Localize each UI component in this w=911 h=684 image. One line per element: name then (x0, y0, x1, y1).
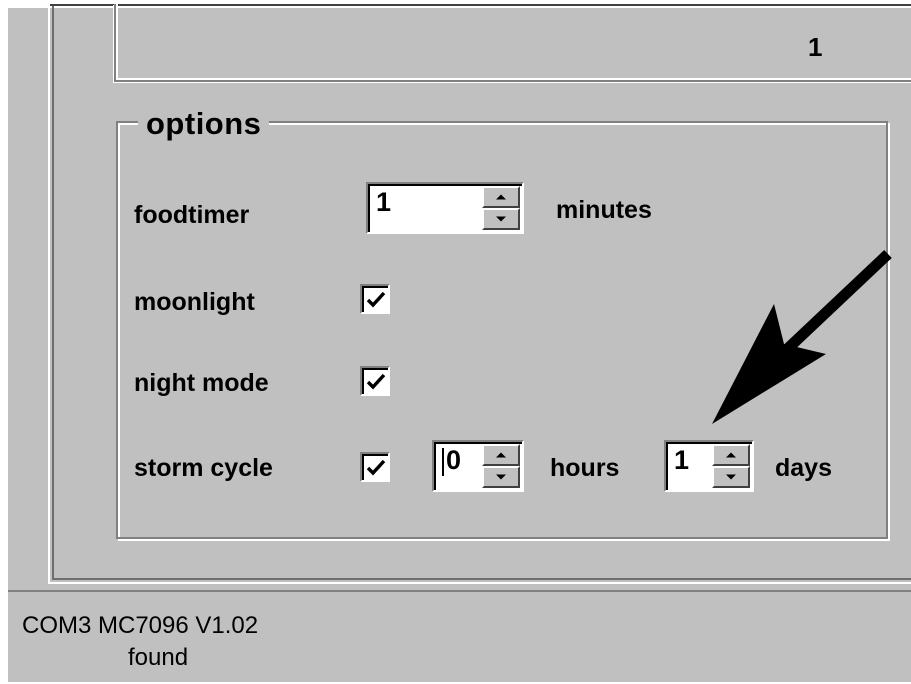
storm-hours-value[interactable]: 0 (446, 445, 461, 476)
spin-up-icon (496, 194, 506, 200)
storm-days-spin-down-button[interactable] (712, 466, 750, 488)
spin-up-icon (726, 452, 736, 458)
options-groupbox-title: options (138, 106, 270, 142)
storm-hours-spin-down-button[interactable] (482, 466, 520, 488)
annotation-arrow-icon (712, 249, 892, 424)
storm-days-unit-label: days (775, 454, 832, 482)
night-mode-checkbox[interactable] (360, 366, 390, 396)
status-text-found: found (128, 644, 189, 671)
storm-days-value[interactable]: 1 (674, 445, 689, 476)
storm-days-spin-up-button[interactable] (712, 444, 750, 466)
foodtimer-spin-down-button[interactable] (482, 208, 520, 230)
spin-down-icon (496, 474, 506, 480)
spin-down-icon (496, 216, 506, 222)
storm-cycle-label: storm cycle (134, 454, 273, 482)
moonlight-label: moonlight (134, 288, 255, 316)
storm-hours-spin-up-button[interactable] (482, 444, 520, 466)
top-groupbox-value: 1 (808, 32, 823, 62)
storm-cycle-checkbox[interactable] (360, 452, 390, 482)
moonlight-checkbox[interactable] (360, 284, 390, 314)
storm-hours-unit-label: hours (550, 454, 620, 482)
foodtimer-unit-label: minutes (556, 196, 652, 224)
night-mode-label: night mode (134, 369, 269, 397)
spin-down-icon (726, 474, 736, 480)
spin-up-icon (496, 452, 506, 458)
storm-days-spin-edit[interactable]: 1 (664, 440, 754, 492)
foodtimer-label: foodtimer (134, 201, 250, 229)
foodtimer-value[interactable]: 1 (376, 187, 391, 218)
check-mark-icon (366, 373, 386, 390)
top-groupbox (114, 4, 911, 82)
storm-hours-spin-edit[interactable]: 0 (432, 440, 524, 492)
application-window: 1 options foodtimer 1 minutes moonlight … (8, 4, 911, 682)
foodtimer-spin-edit[interactable]: 1 (366, 182, 524, 234)
foodtimer-spin-up-button[interactable] (482, 186, 520, 208)
status-text-device: COM3 MC7096 V1.02 (22, 612, 259, 639)
text-caret (442, 448, 444, 476)
check-mark-icon (366, 459, 386, 476)
check-mark-icon (366, 291, 386, 308)
